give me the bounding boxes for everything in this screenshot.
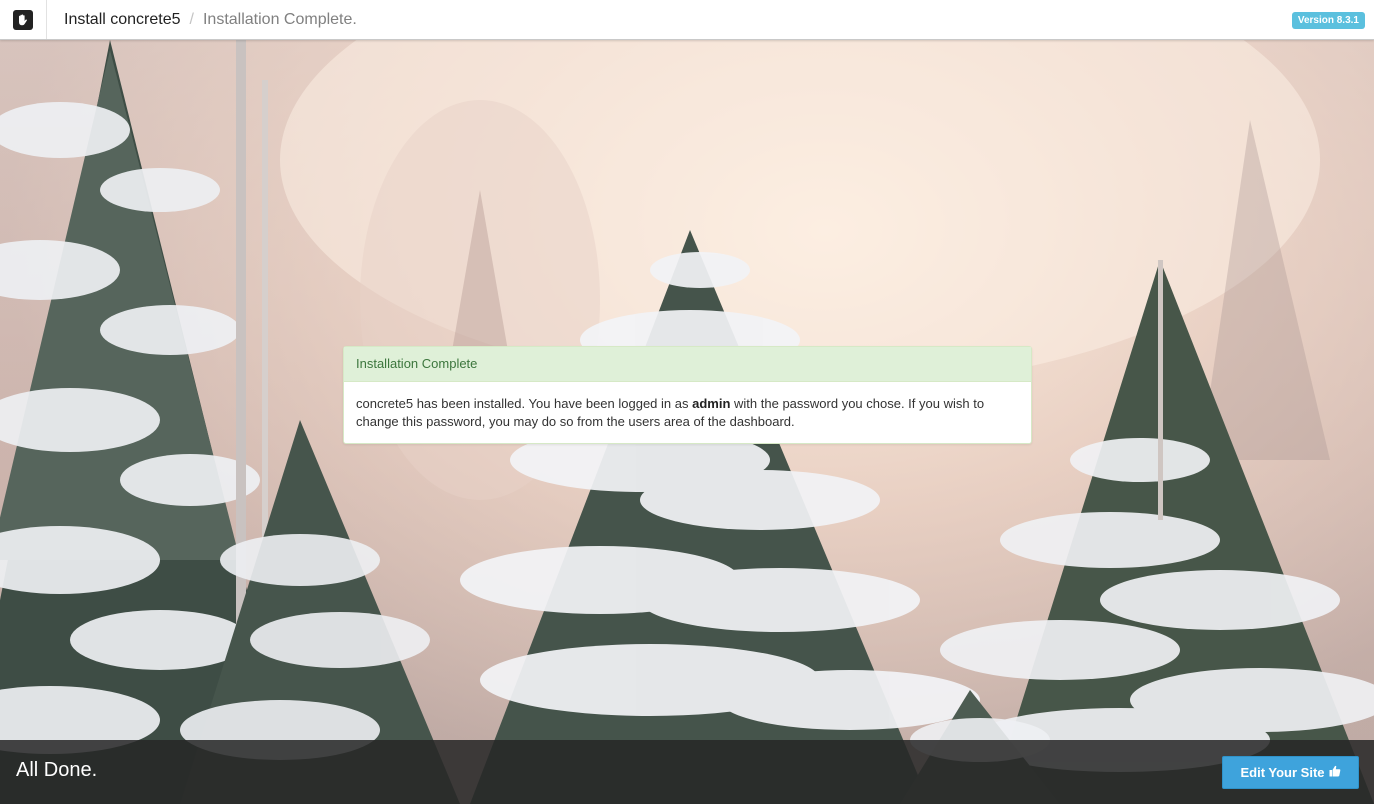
breadcrumb-item-install: Install concrete5: [64, 10, 181, 28]
version-badge: Version 8.3.1: [1291, 12, 1365, 29]
message-text-before: concrete5 has been installed. You have b…: [356, 396, 689, 411]
bottom-bar: All Done. Edit Your Site: [0, 740, 1374, 804]
installation-complete-panel: Installation Complete concrete5 has been…: [343, 346, 1032, 444]
breadcrumb-item-complete: Installation Complete.: [202, 10, 357, 28]
all-done-status: All Done.: [16, 759, 98, 781]
edit-your-site-button[interactable]: Edit Your Site: [1222, 756, 1359, 789]
breadcrumb: Install concrete5 / Installation Complet…: [64, 0, 357, 39]
thumbs-up-icon: [1329, 765, 1341, 780]
panel-title: Installation Complete: [344, 347, 1031, 382]
top-navbar: Install concrete5 / Installation Complet…: [0, 0, 1374, 40]
panel-message: concrete5 has been installed. You have b…: [344, 382, 1031, 444]
breadcrumb-separator: /: [189, 10, 194, 28]
concrete5-hand-icon: [13, 9, 33, 30]
admin-username: admin: [692, 396, 731, 411]
concrete5-logo-button[interactable]: [0, 0, 47, 39]
edit-your-site-label: Edit Your Site: [1240, 765, 1325, 780]
